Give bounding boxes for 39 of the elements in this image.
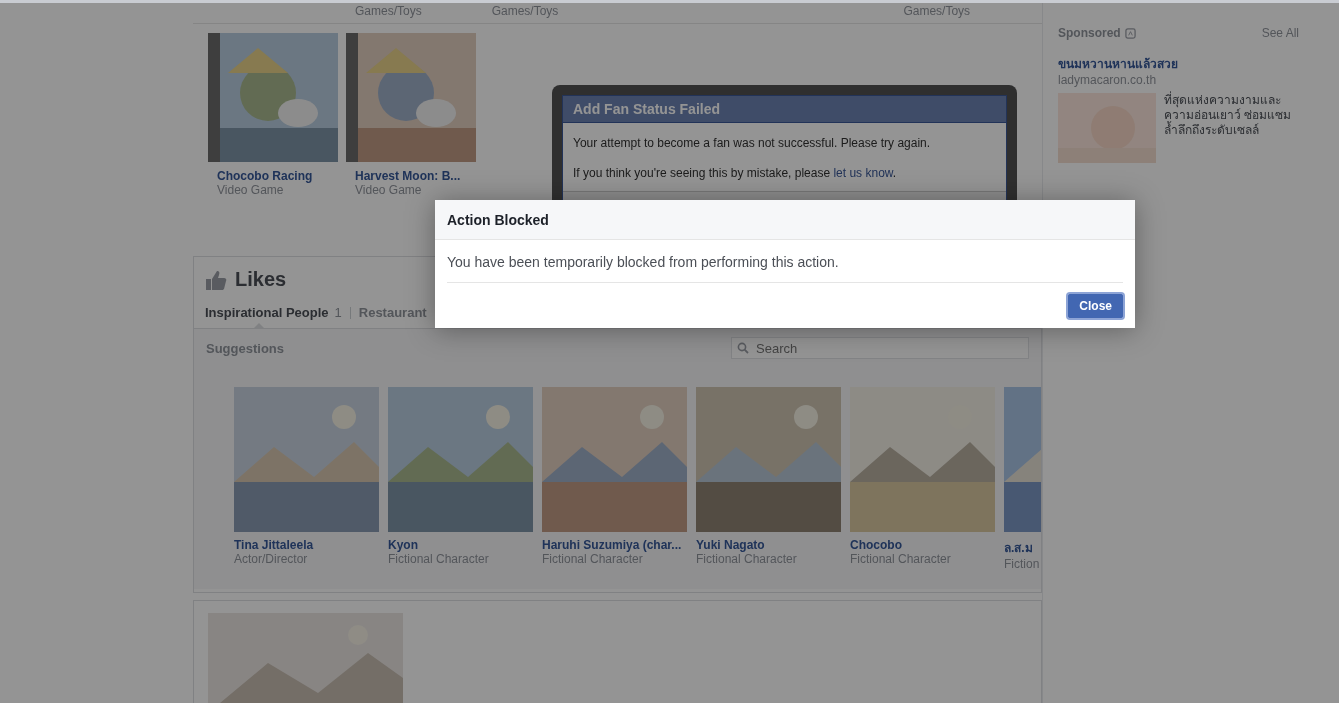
dialog-note: If you think you're seeing this by mistake, please let us know. (573, 165, 898, 182)
close-button[interactable]: Close (1068, 294, 1123, 318)
category-label: Fictional Character (542, 552, 644, 566)
suggestion-name[interactable]: ล.ส.ม (1004, 538, 1041, 557)
game-title[interactable]: Harvest Moon: B... (355, 169, 476, 183)
search-icon (737, 342, 749, 354)
category-label: Fiction (1004, 557, 1041, 571)
category-label: Video Game (355, 183, 423, 197)
category-label: Games/Toys (903, 3, 971, 19)
search-field[interactable]: Search (731, 337, 1029, 359)
sponsored-label: Sponsored (1058, 26, 1121, 40)
ad-text: ที่สุดแห่งความงามและความอ่อนเยาว์ ซ่อมแซมล้ำลึกถึงระดับเซลล์ (1164, 93, 1293, 139)
category-label: Fictional Character (388, 552, 490, 566)
category-label: Actor/Director (234, 552, 309, 566)
dialog-title: Add Fan Status Failed (573, 101, 720, 117)
dialog-message: You have been temporarily blocked from performing this action. (447, 240, 1123, 283)
category-label: Games/Toys (491, 3, 559, 19)
dialog-title: Action Blocked (447, 211, 549, 228)
game-title[interactable]: Chocobo Racing (217, 169, 338, 183)
suggestion-name[interactable]: Haruhi Suzumiya (char... (542, 538, 687, 552)
category-tab[interactable]: Restaurant (358, 305, 427, 328)
suggestion-name[interactable]: Yuki Nagato (696, 538, 841, 552)
section-title: Likes (235, 268, 287, 291)
suggestion-name[interactable]: Kyon (388, 538, 533, 552)
ad-title[interactable]: ขนมหวานหานแล้วสวย (1058, 54, 1299, 73)
count-label: 1 (334, 305, 342, 320)
category-label: Fictional Character (696, 552, 798, 566)
ad-icon (1124, 27, 1136, 39)
suggestion-name[interactable]: Tina Jittaleela (234, 538, 379, 552)
thumbs-up-icon (205, 268, 227, 291)
ad-url: ladymacaron.co.th (1058, 73, 1158, 87)
feedback-link[interactable]: let us know (833, 166, 893, 180)
section-label: Suggestions (206, 340, 284, 356)
category-label: Video Game (217, 183, 285, 197)
see-all-link[interactable]: See All (1261, 26, 1299, 40)
dialog-message: Your attempt to become a fan was not successful. Please try again. (573, 135, 932, 152)
suggestion-name[interactable]: Chocobo (850, 538, 995, 552)
category-label: Fictional Character (850, 552, 952, 566)
category-label: Games/Toys (355, 3, 422, 19)
